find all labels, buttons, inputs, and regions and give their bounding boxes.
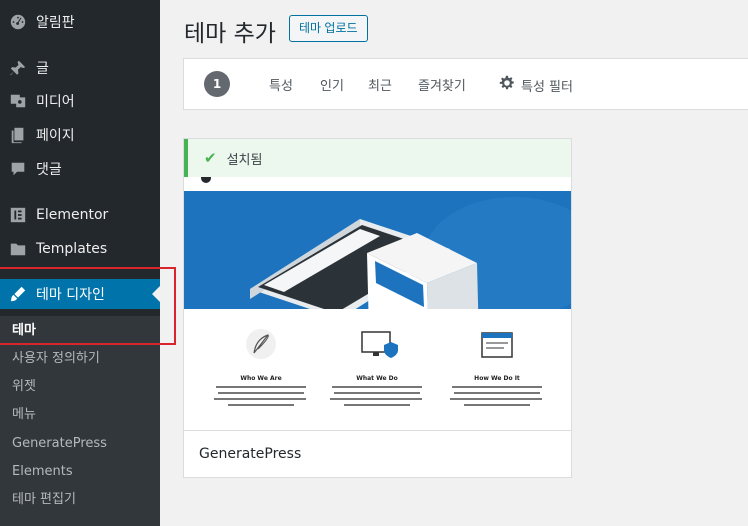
filter-popular[interactable]: 인기 xyxy=(320,75,344,94)
page-title: 테마 추가 xyxy=(184,21,276,47)
appearance-submenu: 테마 사용자 정의하기 위젯 메뉴 GeneratePress Elements… xyxy=(0,316,160,526)
sidebar-item-label: 알림판 xyxy=(36,15,75,31)
theme-name-bar[interactable]: GeneratePress xyxy=(184,430,571,477)
theme-preview-illustration: Who We Are What We Do How We Do It xyxy=(184,177,571,430)
filter-latest[interactable]: 최근 xyxy=(368,75,392,94)
checkmark-icon: ✔ xyxy=(204,149,217,167)
filter-favorites[interactable]: 즐겨찾기 xyxy=(418,75,466,94)
sidebar-item-posts[interactable]: 글 xyxy=(0,53,160,83)
submenu-item-menus[interactable]: 메뉴 xyxy=(12,405,36,425)
theme-screenshot[interactable]: Who We Are What We Do How We Do It xyxy=(184,177,571,430)
dashboard-icon xyxy=(0,13,36,31)
submenu-item-elements[interactable]: Elements xyxy=(12,462,73,482)
gear-icon xyxy=(499,75,515,95)
sidebar-item-elementor[interactable]: Elementor xyxy=(0,200,160,230)
comment-icon xyxy=(0,160,36,178)
preview-feather-icon xyxy=(246,329,276,359)
sidebar-item-pages[interactable]: 페이지 xyxy=(0,120,160,150)
preview-section-title: Who We Are xyxy=(240,375,281,382)
sidebar-item-appearance[interactable]: 테마 디자인 xyxy=(0,279,160,309)
submenu-item-themes[interactable]: 테마 xyxy=(12,321,36,341)
page-icon xyxy=(0,126,36,144)
sidebar-item-label: 글 xyxy=(36,61,49,77)
submenu-item-generatepress[interactable]: GeneratePress xyxy=(12,434,107,454)
theme-count-badge: 1 xyxy=(204,71,230,97)
theme-name: GeneratePress xyxy=(199,446,302,462)
feature-filter-button[interactable]: 특성 필터 xyxy=(499,75,573,95)
submenu-item-widgets[interactable]: 위젯 xyxy=(12,377,36,397)
feature-filter-label: 특성 필터 xyxy=(521,79,573,95)
theme-card-generatepress[interactable]: ✔ 설치됨 Who We Are What We Do How We Do It… xyxy=(183,138,572,478)
sidebar-item-label: 댓글 xyxy=(36,162,62,178)
sidebar-item-media[interactable]: 미디어 xyxy=(0,86,160,116)
theme-filter-bar: 1 특성 인기 최근 즐겨찾기 특성 필터 xyxy=(183,58,748,110)
media-icon xyxy=(0,92,36,110)
sidebar-item-label: Elementor xyxy=(36,207,109,223)
brush-icon xyxy=(0,285,36,303)
sidebar-item-comments[interactable]: 댓글 xyxy=(0,154,160,184)
preview-browser-icon xyxy=(481,332,513,358)
preview-section-title: What We Do xyxy=(356,375,398,382)
sidebar-item-label: Templates xyxy=(36,241,108,257)
upload-theme-button[interactable]: 테마 업로드 xyxy=(289,15,368,42)
sidebar-item-templates[interactable]: Templates xyxy=(0,234,160,264)
submenu-item-theme-editor[interactable]: 테마 편집기 xyxy=(12,490,76,510)
preview-section-title: How We Do It xyxy=(474,375,520,382)
sidebar-item-label: 미디어 xyxy=(36,94,75,110)
installed-label: 설치됨 xyxy=(226,152,263,168)
folder-icon xyxy=(0,240,36,258)
admin-sidebar: 알림판 글 미디어 페이지 댓글 Elementor Templates 테마 … xyxy=(0,0,160,526)
sidebar-item-dashboard[interactable]: 알림판 xyxy=(0,7,160,37)
elementor-icon xyxy=(0,206,36,224)
pin-icon xyxy=(0,59,36,77)
submenu-item-customize[interactable]: 사용자 정의하기 xyxy=(12,349,100,369)
filter-featured[interactable]: 특성 xyxy=(269,75,293,94)
installed-notice: ✔ 설치됨 xyxy=(184,139,571,177)
sidebar-item-label: 페이지 xyxy=(36,128,75,144)
sidebar-item-label: 테마 디자인 xyxy=(36,287,105,303)
